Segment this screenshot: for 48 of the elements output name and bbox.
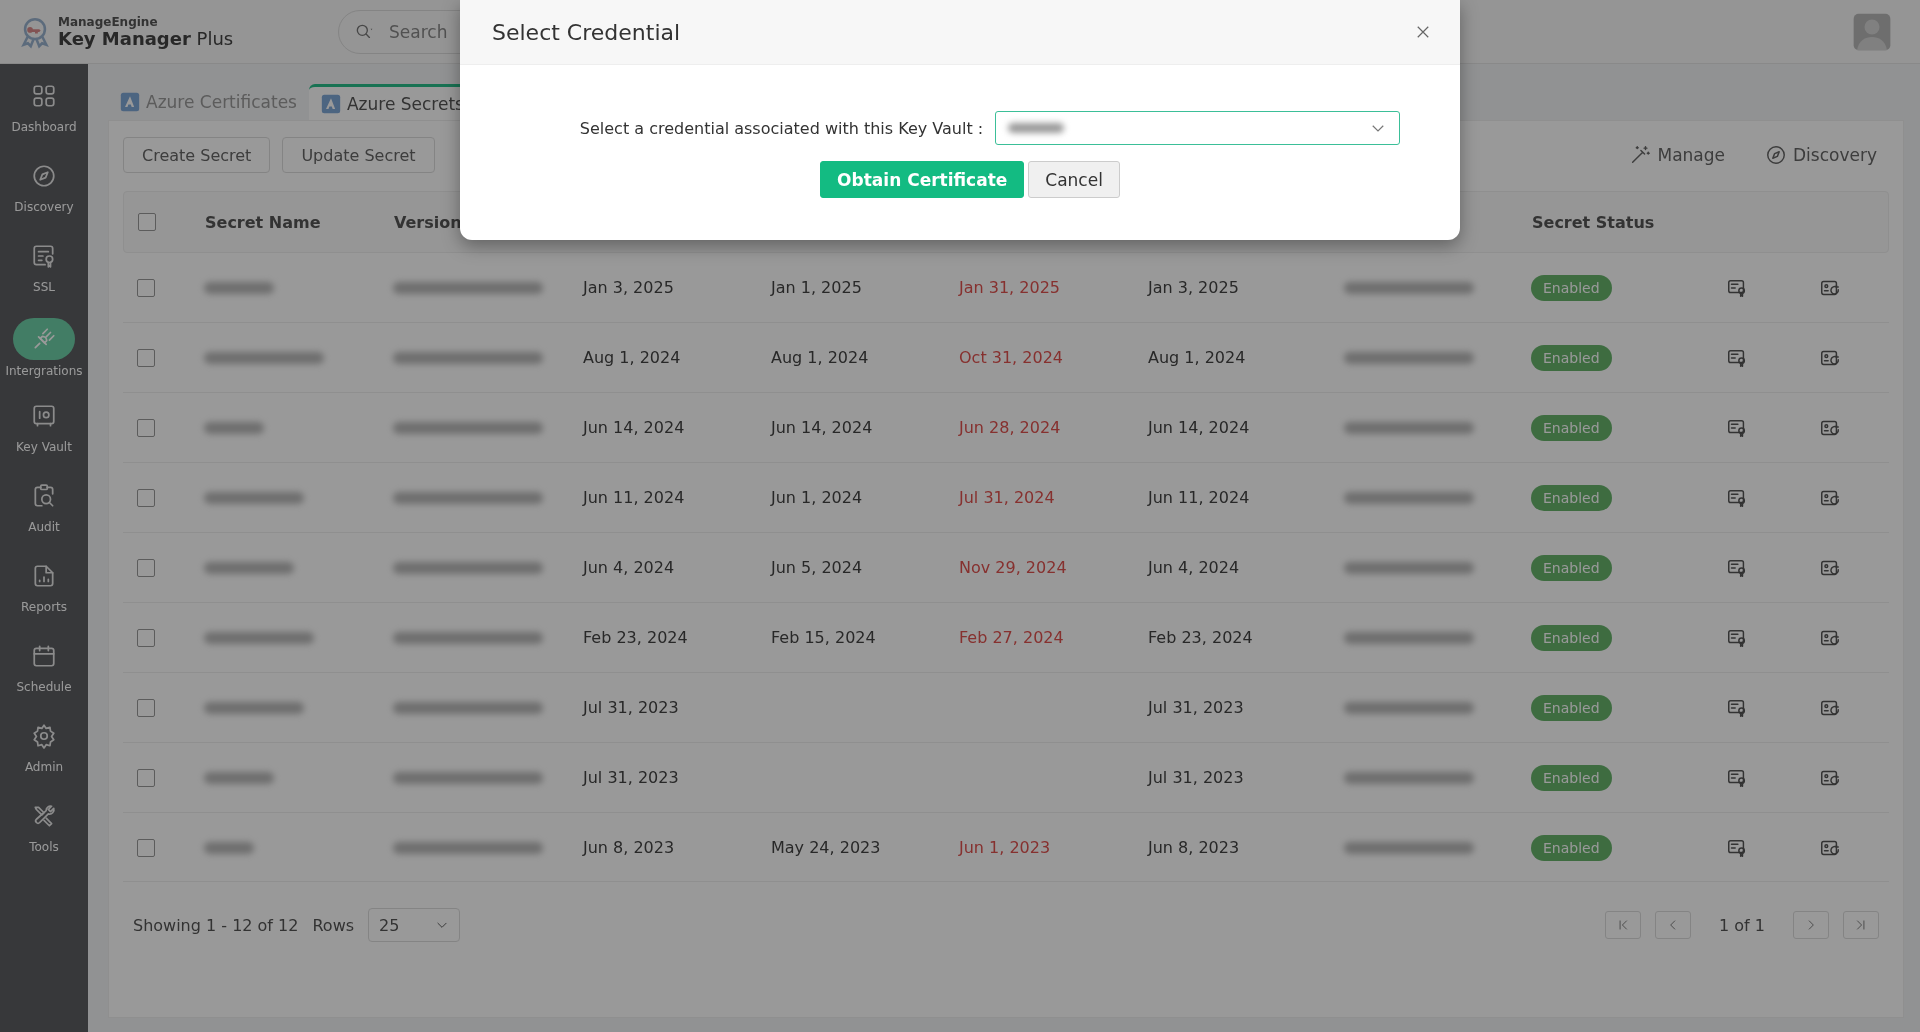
table-cell: Jul 31, 2023 xyxy=(1148,768,1244,787)
table-cell: Jan 3, 2025 xyxy=(1148,278,1239,297)
table-cell: Feb 15, 2024 xyxy=(771,628,876,647)
table-cell: Jul 31, 2023 xyxy=(583,698,679,717)
table-cell: Jun 11, 2024 xyxy=(583,488,685,507)
table-cell: Jun 5, 2024 xyxy=(771,558,863,577)
table-cell: Jan 31, 2025 xyxy=(959,278,1060,297)
status-badge: Enabled xyxy=(1531,624,1612,651)
table-cell: Jun 1, 2023 xyxy=(959,838,1051,857)
status-badge: Enabled xyxy=(1531,344,1612,371)
table-cell: Jun 14, 2024 xyxy=(583,418,685,437)
table-cell: Jun 14, 2024 xyxy=(1148,418,1250,437)
status-badge: Enabled xyxy=(1531,834,1612,861)
status-badge: Enabled xyxy=(1531,764,1612,791)
table-cell: Jan 3, 2025 xyxy=(583,278,674,297)
rows-label: Rows xyxy=(312,915,355,935)
page-indicator: 1 of 1 xyxy=(1719,915,1765,935)
table-cell: Feb 23, 2024 xyxy=(583,628,688,647)
table-cell: Jul 31, 2024 xyxy=(959,488,1055,507)
status-badge: Enabled xyxy=(1531,484,1612,511)
field-label: Select a credential associated with this Key Vault : xyxy=(579,118,984,138)
table-cell: Aug 1, 2024 xyxy=(771,348,869,367)
table-cell: Feb 23, 2024 xyxy=(1148,628,1253,647)
table-cell: Feb 27, 2024 xyxy=(959,628,1064,647)
table-cell: Aug 1, 2024 xyxy=(1148,348,1246,367)
status-badge: Enabled xyxy=(1531,694,1612,721)
table-cell: Jun 4, 2024 xyxy=(583,558,675,577)
record-count: Showing 1 - 12 of 12 xyxy=(133,915,299,935)
dialog-title: Select Credential xyxy=(492,19,682,45)
table-cell: Jun 14, 2024 xyxy=(771,418,873,437)
table-cell: Jun 11, 2024 xyxy=(1148,488,1250,507)
table-cell: May 24, 2023 xyxy=(771,838,881,857)
vendor-name: ManageEngine xyxy=(58,15,159,28)
table-cell: Jun 28, 2024 xyxy=(959,418,1061,437)
table-cell: Oct 31, 2024 xyxy=(959,348,1063,367)
table-cell: Jun 4, 2024 xyxy=(1148,558,1240,577)
table-cell: Aug 1, 2024 xyxy=(583,348,681,367)
table-cell: Jan 1, 2025 xyxy=(771,278,862,297)
product-name: Key Manager Plus xyxy=(58,29,234,48)
table-cell: Jul 31, 2023 xyxy=(1148,698,1244,717)
status-badge: Enabled xyxy=(1531,414,1612,441)
table-cell: Jun 8, 2023 xyxy=(583,838,675,857)
status-badge: Enabled xyxy=(1531,554,1612,581)
table-cell: Jun 8, 2023 xyxy=(1148,838,1240,857)
table-cell: Jun 1, 2024 xyxy=(771,488,863,507)
table-cell: Nov 29, 2024 xyxy=(959,558,1067,577)
status-badge: Enabled xyxy=(1531,274,1612,301)
table-cell: Jul 31, 2023 xyxy=(583,768,679,787)
